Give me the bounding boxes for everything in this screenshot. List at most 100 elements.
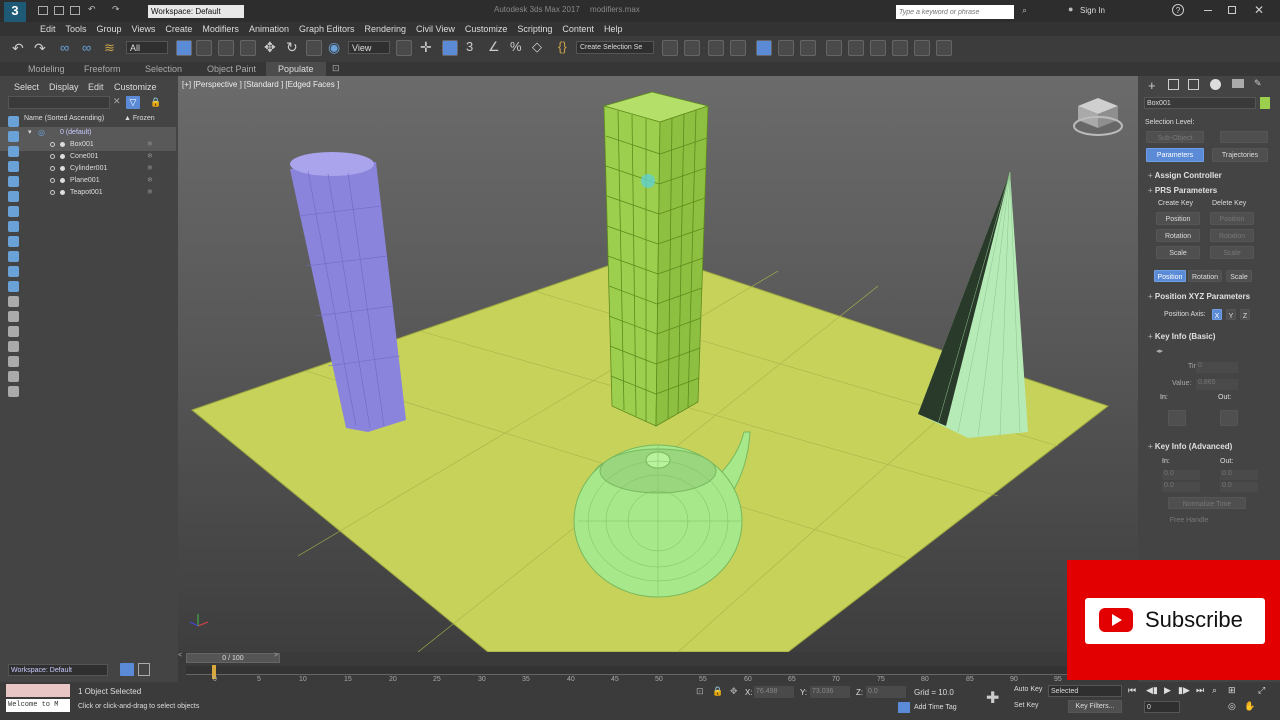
list-item[interactable]: Cylinder001 ❄ bbox=[0, 163, 176, 175]
layer-row[interactable]: ▾ ◎ 0 (default) bbox=[0, 127, 176, 139]
user-icon[interactable]: ● bbox=[1068, 4, 1073, 14]
redo-title-icon[interactable]: ↷ bbox=[112, 4, 120, 15]
orbit-icon[interactable]: ◎ bbox=[1228, 701, 1236, 712]
value-field[interactable]: 0.865 bbox=[1196, 379, 1238, 390]
schematic-view-icon[interactable] bbox=[800, 40, 816, 56]
display-xrefs-icon[interactable] bbox=[8, 236, 19, 247]
menu-scripting[interactable]: Scripting bbox=[517, 22, 552, 36]
adv-in-field-2[interactable]: 0.0 bbox=[1162, 482, 1200, 492]
display-lights-icon[interactable] bbox=[8, 161, 19, 172]
delete-scale-key-button[interactable]: Scale bbox=[1210, 246, 1254, 259]
display-bones-icon[interactable] bbox=[8, 251, 19, 262]
ribbon-toggle-icon[interactable] bbox=[756, 40, 772, 56]
rendered-frame-icon[interactable] bbox=[870, 40, 886, 56]
key-mode-dropdown[interactable]: Selected bbox=[1048, 685, 1122, 697]
menu-group[interactable]: Group bbox=[97, 22, 122, 36]
place-icon[interactable]: ◉ bbox=[328, 39, 340, 56]
render-iterative-icon[interactable] bbox=[914, 40, 930, 56]
render-production-icon[interactable] bbox=[892, 40, 908, 56]
key-filters-button[interactable]: Key Filters... bbox=[1068, 700, 1122, 713]
auto-key-button[interactable]: Auto Key bbox=[1014, 686, 1042, 693]
material-editor-icon[interactable] bbox=[826, 40, 842, 56]
z-coordinate-field[interactable]: 0.0 bbox=[866, 686, 906, 698]
column-name-header[interactable]: Name (Sorted Ascending) bbox=[24, 115, 104, 122]
display-containers-icon[interactable] bbox=[8, 266, 19, 277]
maximize-viewport-icon[interactable]: ⤢ bbox=[1258, 685, 1265, 696]
adv-in-field-1[interactable]: 0.0 bbox=[1162, 470, 1200, 480]
zoom-icon[interactable]: ⌕ bbox=[1212, 685, 1217, 696]
subscribe-button[interactable]: Subscribe bbox=[1085, 598, 1265, 644]
clear-search-icon[interactable]: ✕ bbox=[113, 96, 121, 107]
key-info-basic-rollout[interactable]: Key Info (Basic) bbox=[1148, 332, 1215, 341]
select-manipulate-icon[interactable]: ✛ bbox=[420, 39, 432, 56]
create-position-key-button[interactable]: Position bbox=[1156, 212, 1200, 225]
display-shapes-icon[interactable] bbox=[8, 146, 19, 157]
sub-object-button[interactable]: Sub-Object bbox=[1146, 131, 1204, 143]
perspective-viewport[interactable]: [+] [Perspective ] [Standard ] [Edged Fa… bbox=[178, 76, 1138, 652]
modify-tab-icon[interactable] bbox=[1168, 79, 1179, 90]
maxscript-mini-field[interactable]: Welcome to M bbox=[6, 699, 70, 712]
redo-icon[interactable]: ↷ bbox=[34, 40, 46, 57]
minimize-icon[interactable] bbox=[1204, 10, 1212, 11]
visibility-icon[interactable] bbox=[50, 190, 55, 195]
reference-coord-dropdown[interactable]: View bbox=[348, 41, 390, 54]
save-file-icon[interactable] bbox=[70, 6, 80, 15]
utilities-tab-icon[interactable]: ✎ bbox=[1254, 78, 1262, 89]
ribbon-options-icon[interactable]: ⊡ bbox=[332, 63, 340, 74]
position-tab-button[interactable]: Position bbox=[1154, 270, 1186, 282]
normalize-time-button[interactable]: Normalize Time bbox=[1168, 497, 1246, 509]
go-to-end-icon[interactable]: ⏭ bbox=[1196, 685, 1204, 696]
display-geometry-icon[interactable] bbox=[8, 131, 19, 142]
select-by-name-icon[interactable] bbox=[196, 40, 212, 56]
scale-tab-button[interactable]: Scale bbox=[1226, 270, 1252, 282]
create-rotation-key-button[interactable]: Rotation bbox=[1156, 229, 1200, 242]
rotate-icon[interactable]: ↻ bbox=[286, 39, 298, 56]
next-frame-play-icon[interactable]: ▮▶ bbox=[1178, 685, 1190, 696]
freeze-icon[interactable]: ❄ bbox=[147, 175, 153, 187]
play-icon[interactable]: ▶ bbox=[1164, 685, 1171, 696]
undo-title-icon[interactable]: ↶ bbox=[88, 4, 96, 15]
menu-help[interactable]: Help bbox=[604, 22, 623, 36]
visibility-icon[interactable] bbox=[50, 166, 55, 171]
time-slider[interactable]: 0 / 100 bbox=[186, 653, 280, 663]
prev-frame-icon[interactable]: < bbox=[178, 652, 182, 659]
display-all-icon[interactable] bbox=[8, 311, 19, 322]
workspace-dropdown[interactable]: Workspace: Default bbox=[148, 5, 244, 18]
previous-frame-icon[interactable]: ◀▮ bbox=[1146, 685, 1158, 696]
display-groups-icon[interactable] bbox=[8, 221, 19, 232]
angle-snap-icon[interactable]: ∠ bbox=[488, 39, 500, 55]
time-tag-icon[interactable] bbox=[898, 702, 910, 713]
menu-modifiers[interactable]: Modifiers bbox=[202, 22, 239, 36]
snaps-toggle-icon[interactable]: 3 bbox=[466, 39, 473, 54]
add-time-tag-button[interactable]: Add Time Tag bbox=[914, 704, 957, 711]
delete-rotation-key-button[interactable]: Rotation bbox=[1210, 229, 1254, 242]
x-coordinate-field[interactable]: 76.498 bbox=[754, 686, 794, 698]
search-input[interactable] bbox=[896, 5, 1014, 19]
list-item[interactable]: Teapot001 ❄ bbox=[0, 187, 176, 199]
adv-out-field-1[interactable]: 0.0 bbox=[1220, 470, 1258, 480]
select-object-icon[interactable] bbox=[176, 40, 192, 56]
selection-filter-dropdown[interactable]: All bbox=[126, 41, 168, 54]
display-frozen-icon[interactable] bbox=[8, 281, 19, 292]
help-icon[interactable]: ? bbox=[1172, 4, 1184, 16]
axis-y-button[interactable]: Y bbox=[1226, 309, 1236, 320]
visibility-icon[interactable] bbox=[50, 142, 55, 147]
pan-icon[interactable]: ✋ bbox=[1244, 701, 1255, 712]
trajectories-button[interactable]: Trajectories bbox=[1212, 148, 1268, 162]
freeze-icon[interactable]: ❄ bbox=[147, 151, 153, 163]
display-tab-icon[interactable] bbox=[1232, 79, 1244, 88]
key-nav-icon[interactable]: ◂▸ bbox=[1156, 347, 1163, 355]
menu-civil-view[interactable]: Civil View bbox=[416, 22, 455, 36]
current-frame-field[interactable]: 0 bbox=[1144, 701, 1180, 713]
link-icon[interactable]: ∞ bbox=[60, 40, 69, 55]
scene-canvas[interactable] bbox=[178, 76, 1138, 652]
zoom-extents-icon[interactable]: ⊞ bbox=[1228, 685, 1236, 696]
tab-freeform[interactable]: Freeform bbox=[84, 64, 121, 74]
out-tangent-button[interactable] bbox=[1220, 410, 1238, 426]
motion-tab-icon[interactable] bbox=[1210, 79, 1221, 90]
app-logo[interactable]: 3 bbox=[4, 2, 26, 22]
next-frame-icon[interactable]: > bbox=[274, 652, 278, 659]
menu-tools[interactable]: Tools bbox=[66, 22, 87, 36]
menu-customize[interactable]: Customize bbox=[465, 22, 508, 36]
freeze-icon[interactable]: ❄ bbox=[147, 163, 153, 175]
